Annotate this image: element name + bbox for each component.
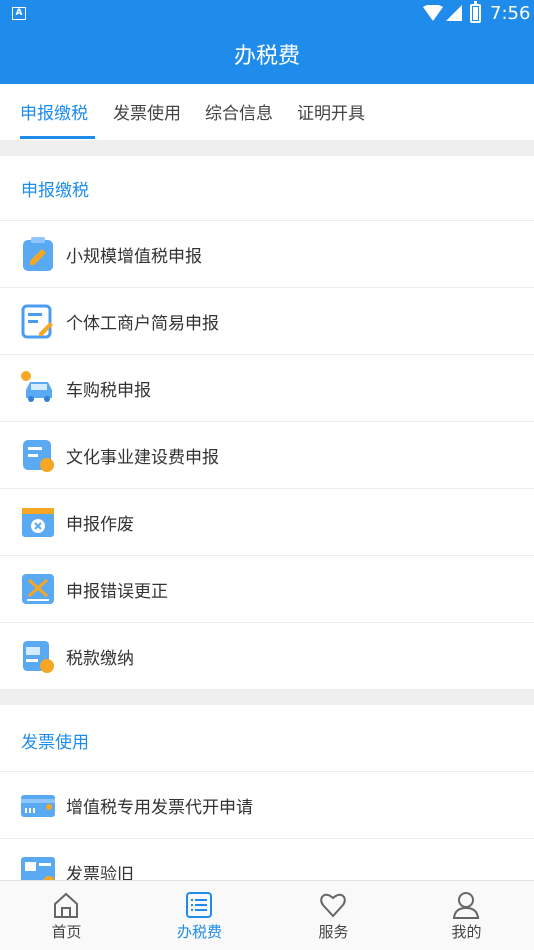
tax-payment-icon	[23, 641, 54, 673]
section-title-invoice-use: 发票使用	[21, 733, 89, 753]
list-item-label: 文化事业建设费申报	[66, 448, 219, 468]
list-item-label: 申报作废	[66, 515, 134, 535]
nav-tax-affairs[interactable]: 办税费	[133, 881, 266, 950]
divider	[0, 140, 534, 156]
list-item-label: 小规模增值税申报	[66, 247, 202, 267]
document-edit-icon	[21, 304, 53, 339]
active-tab-indicator	[20, 136, 95, 139]
car-icon	[21, 371, 52, 402]
list-item-declaration-correction[interactable]: 申报错误更正	[0, 555, 534, 622]
heart-icon	[320, 893, 346, 918]
clipboard-edit-icon	[23, 237, 53, 271]
correction-icon	[22, 574, 54, 604]
tab-invoice-use[interactable]: 发票使用	[113, 99, 181, 124]
list-item-declaration-void[interactable]: 申报作废	[0, 488, 534, 555]
list-icon	[186, 892, 212, 918]
cancel-window-icon	[22, 508, 54, 537]
tab-certificate[interactable]: 证明开具	[297, 99, 365, 124]
section-title-declare-pay: 申报缴税	[21, 181, 89, 201]
tab-general-info[interactable]: 综合信息	[205, 99, 273, 124]
status-time: 7:56	[490, 3, 531, 24]
nav-mine[interactable]: 我的	[400, 881, 533, 950]
document-coin-icon	[23, 440, 54, 472]
nav-service[interactable]: 服务	[267, 881, 400, 950]
page-title: 办税费	[233, 44, 300, 69]
list-item-small-vat-declaration[interactable]: 小规模增值税申报	[0, 220, 534, 287]
list-item-label: 税款缴纳	[66, 649, 134, 669]
app-bar: A 7:56 办税费	[0, 0, 534, 84]
notification-app-icon: A	[12, 7, 26, 20]
signal-icon	[446, 5, 462, 21]
divider	[0, 689, 534, 705]
nav-home[interactable]: 首页	[0, 881, 133, 950]
battery-icon	[470, 1, 481, 23]
home-icon	[54, 892, 78, 918]
list-item-label: 车购税申报	[66, 381, 151, 401]
list-item-culture-fee-declaration[interactable]: 文化事业建设费申报	[0, 421, 534, 488]
list-item-label: 申报错误更正	[66, 582, 168, 602]
list-item-vat-invoice-issuance[interactable]: 增值税专用发票代开申请	[0, 771, 534, 838]
nav-label: 办税费	[176, 923, 222, 941]
list-item-individual-simple-declaration[interactable]: 个体工商户简易申报	[0, 287, 534, 354]
nav-label: 首页	[51, 923, 82, 941]
user-icon	[452, 892, 480, 919]
list-item-tax-payment[interactable]: 税款缴纳	[0, 622, 534, 689]
nav-label: 服务	[318, 923, 349, 941]
bottom-navigation: 首页 办税费 服务 我的	[0, 880, 534, 950]
list-item-vehicle-tax-declaration[interactable]: 车购税申报	[0, 354, 534, 421]
tab-bar: 申报缴税 发票使用 综合信息 证明开具	[0, 84, 534, 140]
invoice-card-icon	[21, 795, 55, 817]
list-item-label: 增值税专用发票代开申请	[66, 798, 253, 818]
nav-label: 我的	[451, 923, 482, 941]
wifi-icon	[423, 5, 443, 21]
status-bar: A 7:56	[0, 0, 534, 28]
tab-declare-pay[interactable]: 申报缴税	[20, 99, 88, 124]
list-item-label: 个体工商户简易申报	[66, 314, 219, 334]
